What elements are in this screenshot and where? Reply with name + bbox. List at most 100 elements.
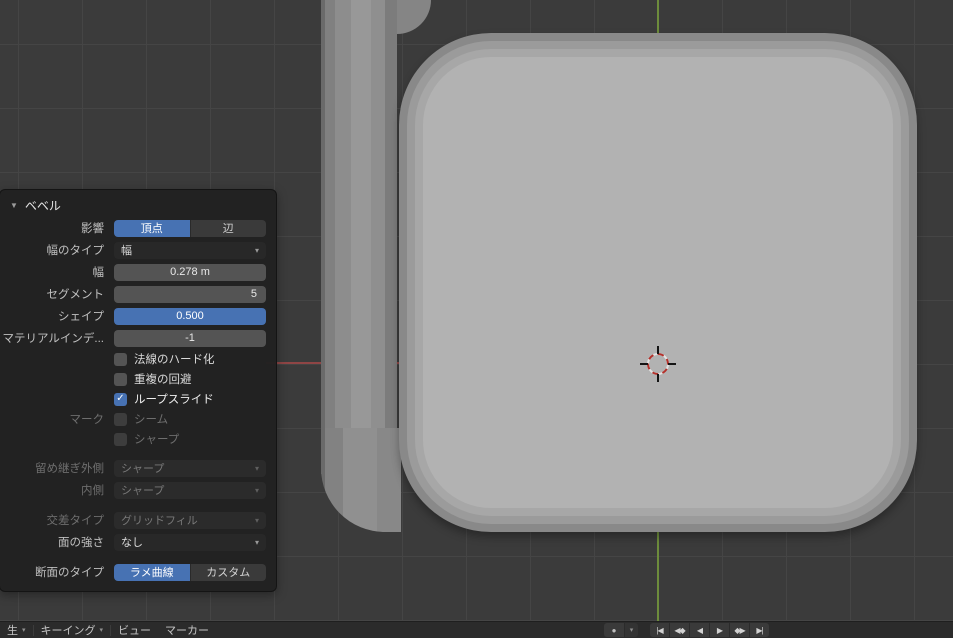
- 3d-cursor-tick: [668, 363, 676, 365]
- play-reverse-button[interactable]: ◀: [690, 623, 709, 637]
- harden-normals-row: 法線のハード化: [0, 351, 266, 367]
- segments-row: セグメント 5: [0, 285, 266, 303]
- face-strength-row: 面の強さ なし ▾: [0, 533, 266, 551]
- width-type-row: 幅のタイプ 幅 ▾: [0, 241, 266, 259]
- intersection-type-dropdown[interactable]: グリッドフィル ▾: [114, 511, 266, 529]
- miter-inner-label: 内側: [81, 485, 104, 497]
- intersection-type-value: グリッドフィル: [121, 515, 198, 527]
- intersection-type-row: 交差タイプ グリッドフィル ▾: [0, 511, 266, 529]
- seam-label: シーム: [134, 414, 169, 426]
- affect-row: 影響 頂点 辺: [0, 219, 266, 237]
- width-type-value: 幅: [121, 245, 132, 257]
- profile-superellipse-button[interactable]: ラメ曲線: [114, 563, 190, 581]
- profile-custom-button[interactable]: カスタム: [189, 563, 266, 581]
- shape-label: シェイプ: [58, 311, 104, 323]
- chevron-down-icon: ▾: [254, 515, 259, 525]
- mark-seam-row: マーク シーム: [0, 411, 266, 427]
- affect-label: 影響: [81, 223, 104, 235]
- face-strength-value: なし: [121, 537, 143, 549]
- affect-vertices-button[interactable]: 頂点: [114, 219, 190, 237]
- miter-inner-value: シャープ: [121, 485, 165, 497]
- affect-edges-button[interactable]: 辺: [189, 219, 266, 237]
- miter-inner-row: 内側 シャープ ▾: [0, 481, 266, 499]
- shape-slider[interactable]: 0.500: [114, 307, 266, 325]
- width-field[interactable]: 0.278 m: [114, 263, 266, 281]
- miter-outer-label: 留め継ぎ外側: [35, 463, 104, 475]
- miter-outer-dropdown[interactable]: シャープ ▾: [114, 459, 266, 477]
- miter-outer-value: シャープ: [121, 463, 165, 475]
- intersection-type-label: 交差タイプ: [46, 515, 105, 527]
- face-strength-dropdown[interactable]: なし ▾: [114, 533, 266, 551]
- menu-playback[interactable]: 生 ▾: [0, 622, 33, 638]
- affect-segmented-control: 頂点 辺: [114, 219, 266, 237]
- profile-type-label: 断面のタイプ: [35, 567, 104, 579]
- seam-checkbox[interactable]: [114, 412, 127, 426]
- jump-to-start-button[interactable]: |◀: [650, 623, 669, 637]
- collapse-caret-icon: ▼: [10, 200, 18, 210]
- 3d-cursor-tick: [640, 363, 648, 365]
- menu-marker[interactable]: マーカー: [158, 622, 216, 638]
- mesh-band-top-curve: [397, 0, 431, 34]
- material-index-label: マテリアルインデ...: [2, 333, 104, 345]
- harden-normals-label: 法線のハード化: [134, 354, 215, 366]
- material-index-field[interactable]: -1: [114, 329, 266, 347]
- profile-type-row: 断面のタイプ ラメ曲線 カスタム: [0, 563, 266, 581]
- sharp-checkbox[interactable]: [114, 432, 127, 446]
- menu-keying-label: キーイング: [40, 625, 96, 637]
- loop-slide-option: ✓ ループスライド: [114, 391, 266, 407]
- menu-view[interactable]: ビュー: [111, 622, 158, 638]
- mesh-band-foot: [321, 428, 401, 532]
- chevron-down-icon: ▾: [22, 627, 26, 634]
- mark-sharp-row: シャープ: [0, 431, 266, 447]
- chevron-down-icon: ▾: [254, 485, 259, 495]
- profile-type-segmented-control: ラメ曲線 カスタム: [114, 563, 266, 581]
- harden-normals-option: 法線のハード化: [114, 351, 266, 367]
- segments-field[interactable]: 5: [114, 285, 266, 303]
- shape-row: シェイプ 0.500: [0, 307, 266, 325]
- checkmark-icon: ✓: [116, 393, 125, 404]
- loop-slide-label: ループスライド: [134, 394, 214, 406]
- loop-slide-checkbox[interactable]: ✓: [114, 392, 127, 406]
- loop-slide-row: ✓ ループスライド: [0, 391, 266, 407]
- record-button[interactable]: ●: [604, 623, 624, 637]
- chevron-down-icon: ▾: [254, 463, 259, 473]
- record-icon: ●: [611, 625, 617, 635]
- 3d-cursor-dashed-ring: [647, 353, 669, 375]
- segments-label: セグメント: [46, 289, 105, 301]
- width-type-label: 幅のタイプ: [46, 245, 105, 257]
- timeline-header-bar: 生 ▾ キーイング ▾ ビュー マーカー ● ▾ |◀ ◀◆ ◀ ▶ ◆▶ ▶|: [0, 621, 953, 638]
- bevel-operator-panel: ▼ ベベル 影響 頂点 辺 幅のタイプ 幅 ▾ 幅 0.278 m セグメント …: [0, 189, 277, 592]
- clamp-overlap-checkbox[interactable]: [114, 372, 127, 386]
- chevron-down-icon: ▾: [254, 245, 259, 255]
- prev-keyframe-button[interactable]: ◀◆: [670, 623, 689, 637]
- panel-header[interactable]: ▼ ベベル: [0, 195, 266, 215]
- record-options-chevron[interactable]: ▾: [625, 623, 638, 637]
- mark-sharp-option: シャープ: [114, 431, 266, 447]
- clamp-overlap-row: 重複の回避: [0, 371, 266, 387]
- miter-inner-dropdown[interactable]: シャープ ▾: [114, 481, 266, 499]
- chevron-down-icon: ▾: [99, 627, 104, 634]
- jump-to-end-button[interactable]: ▶|: [750, 623, 769, 637]
- mesh-side-band: [321, 0, 397, 474]
- width-label: 幅: [92, 267, 105, 279]
- beveled-mesh-object[interactable]: [399, 33, 917, 532]
- mark-seam-option: シーム: [114, 411, 266, 427]
- face-strength-label: 面の強さ: [58, 537, 104, 549]
- menu-view-label: ビュー: [118, 625, 152, 637]
- clamp-overlap-label: 重複の回避: [134, 374, 192, 386]
- play-button[interactable]: ▶: [710, 623, 729, 637]
- chevron-down-icon: ▾: [629, 627, 634, 634]
- menu-playback-label: 生: [7, 625, 18, 637]
- material-index-row: マテリアルインデ... -1: [0, 329, 266, 347]
- sharp-label: シャープ: [134, 434, 180, 446]
- menu-keying[interactable]: キーイング ▾: [34, 622, 111, 638]
- next-keyframe-button[interactable]: ◆▶: [730, 623, 749, 637]
- playback-transport-controls: |◀ ◀◆ ◀ ▶ ◆▶ ▶|: [650, 623, 769, 637]
- width-type-dropdown[interactable]: 幅 ▾: [114, 241, 266, 259]
- harden-normals-checkbox[interactable]: [114, 352, 127, 366]
- width-row: 幅 0.278 m: [0, 263, 266, 281]
- chevron-down-icon: ▾: [254, 537, 259, 547]
- panel-title: ベベル: [24, 198, 61, 213]
- mark-label: マーク: [69, 414, 105, 426]
- clamp-overlap-option: 重複の回避: [114, 371, 266, 387]
